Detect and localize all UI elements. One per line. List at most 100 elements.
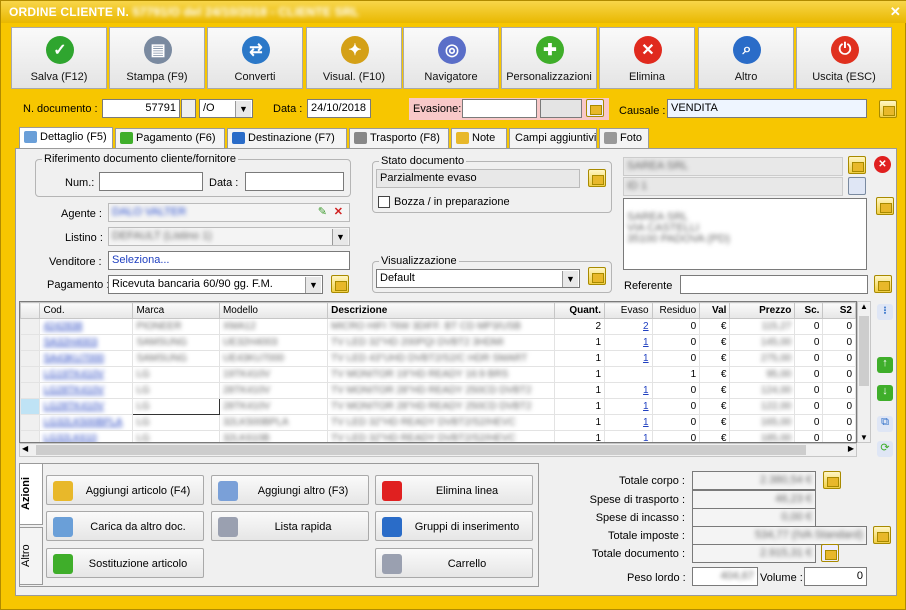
table-cell[interactable]: TV MONITOR 28"HD READY 250CD DVBT2 xyxy=(327,398,556,415)
gruppi-di-inserimento-button[interactable]: Gruppi di inserimento xyxy=(375,511,533,541)
cell-cod[interactable]: LG32LK610 xyxy=(43,433,96,442)
table-cell[interactable]: 28TK410V xyxy=(218,382,329,399)
table-cell[interactable]: SAMSUNG xyxy=(132,350,220,367)
folder-icon[interactable] xyxy=(873,526,891,544)
tab-note[interactable]: Note xyxy=(451,128,507,148)
aggiungi-articolo-f4-button[interactable]: Aggiungi articolo (F4) xyxy=(46,475,204,505)
chevron-down-icon[interactable]: ▼ xyxy=(332,229,348,245)
table-cell[interactable]: 1 xyxy=(604,334,653,351)
table-cell[interactable]: 0 xyxy=(794,318,824,335)
row-selector[interactable] xyxy=(20,382,41,399)
copy-row-icon[interactable]: ⧉ xyxy=(877,416,893,432)
folder-icon[interactable] xyxy=(874,275,892,293)
table-cell[interactable]: 1 xyxy=(554,334,606,351)
table-cell[interactable]: 2 xyxy=(604,318,653,335)
customer-address-field[interactable]: SAREA SRL VIA CASTELLI 35100 PADOVA (PD) xyxy=(623,198,867,270)
table-cell[interactable]: 0 xyxy=(794,334,824,351)
table-cell[interactable]: 1 xyxy=(554,382,606,399)
table-cell[interactable]: 122,00 xyxy=(729,398,796,415)
tab-trasporto-f8[interactable]: Trasporto (F8) xyxy=(349,128,449,148)
ref-date-input[interactable] xyxy=(245,172,344,191)
column-header[interactable]: Cod. xyxy=(39,302,134,319)
table-cell[interactable]: MICRO HIFI 76W 3DIFF. BT CD MP3/USB xyxy=(327,318,556,335)
zoom-icon[interactable] xyxy=(586,99,604,117)
edit-pencil-icon[interactable]: ✎ xyxy=(318,205,327,218)
carrello-button[interactable]: Carrello xyxy=(375,548,533,578)
cell-cod[interactable]: LG28TK410V xyxy=(43,401,104,412)
table-cell[interactable]: € xyxy=(699,430,731,442)
table-cell[interactable]: 124,00 xyxy=(729,382,796,399)
table-cell[interactable]: 1 xyxy=(554,366,606,383)
table-cell[interactable]: 1 xyxy=(554,398,606,415)
table-cell[interactable]: 0 xyxy=(794,430,824,442)
cell-cod[interactable]: SA43KU7000 xyxy=(43,353,104,364)
table-cell[interactable]: 28TK410V xyxy=(218,398,329,415)
uscita-esc-button[interactable]: ⏻ Uscita (ESC) xyxy=(796,27,892,89)
folder-icon[interactable] xyxy=(876,197,894,215)
table-cell[interactable]: TV MONITOR 19"HD READY 16:9 BRS xyxy=(327,366,556,383)
column-header[interactable]: Val xyxy=(699,302,731,319)
table-cell[interactable]: SAMSUNG xyxy=(132,334,220,351)
table-row[interactable]: 4242838 PIONEER XMA12 MICRO HIFI 76W 3DIFF.… xyxy=(20,318,856,335)
table-cell[interactable]: 0 xyxy=(651,334,701,351)
grid-horizontal-scrollbar[interactable]: ◀ ▶ xyxy=(19,443,857,457)
table-cell[interactable]: LG19TK410V xyxy=(39,366,134,383)
date-input[interactable]: 24/10/2018 xyxy=(307,99,371,118)
table-cell[interactable]: 0 xyxy=(822,334,856,351)
navigatore-button[interactable]: ◎ Navigatore xyxy=(403,27,499,89)
converti-button[interactable]: ⇄ Converti xyxy=(207,27,303,89)
bozza-checkbox[interactable] xyxy=(378,196,390,208)
table-cell[interactable]: UE43KU7000 xyxy=(218,350,329,367)
table-cell[interactable]: 145,00 xyxy=(729,334,796,351)
table-cell[interactable]: 1 xyxy=(554,350,606,367)
table-cell[interactable]: XMA12 xyxy=(218,318,329,335)
table-row[interactable]: LG19TK410V LG 19TK410V TV MONITOR 19"HD REA… xyxy=(20,366,856,383)
table-cell[interactable]: 0 xyxy=(651,350,701,367)
table-cell[interactable]: SA32H4003 xyxy=(39,334,134,351)
table-row[interactable]: LG32LK610 LG 32LK610B TV LED 32"HD READY DV… xyxy=(20,430,856,442)
table-cell[interactable]: 0 xyxy=(822,350,856,367)
chevron-down-icon[interactable]: ▼ xyxy=(562,271,578,287)
table-cell[interactable]: 95,00 xyxy=(729,366,796,383)
cell-evaso[interactable]: 1 xyxy=(643,433,649,442)
customer-name-field[interactable]: SAREA SRL xyxy=(623,157,843,176)
table-cell[interactable]: 0 xyxy=(794,366,824,383)
causale-input[interactable]: VENDITA xyxy=(667,99,867,118)
listino-select[interactable]: DEFAULT (Listino 1) ▼ xyxy=(108,227,350,246)
table-cell[interactable]: 0 xyxy=(651,414,701,431)
column-header[interactable]: Residuo xyxy=(651,302,701,319)
table-cell[interactable]: LG xyxy=(132,430,220,442)
row-selector[interactable] xyxy=(20,318,41,335)
tab-pagamento-f6[interactable]: Pagamento (F6) xyxy=(115,128,225,148)
tab-dettaglio-f5[interactable]: Dettaglio (F5) xyxy=(19,127,113,148)
remove-customer-icon[interactable]: ✕ xyxy=(874,156,891,173)
table-cell[interactable]: 0 xyxy=(822,414,856,431)
column-header[interactable]: Quant. xyxy=(554,302,606,319)
scroll-down-icon[interactable]: ▼ xyxy=(860,433,868,442)
table-cell[interactable]: 0 xyxy=(651,318,701,335)
cell-evaso[interactable]: 1 xyxy=(643,385,649,396)
elimina-linea-button[interactable]: Elimina linea xyxy=(375,475,533,505)
table-cell[interactable]: 32LK500BPLA xyxy=(218,414,329,431)
row-selector[interactable] xyxy=(20,366,41,383)
hscroll-thumb[interactable] xyxy=(36,445,806,455)
column-header[interactable]: Marca xyxy=(132,302,220,319)
table-cell[interactable]: TV LED 32"HD 200PQI DVBT2 3HDMI xyxy=(327,334,556,351)
table-cell[interactable]: 165,00 xyxy=(729,414,796,431)
table-cell[interactable]: € xyxy=(699,366,731,383)
table-cell[interactable]: 2 xyxy=(554,318,606,335)
row-selector[interactable] xyxy=(20,414,41,431)
folder-icon[interactable] xyxy=(588,169,606,187)
stampa-f9-button[interactable]: ▤ Stampa (F9) xyxy=(109,27,205,89)
table-cell[interactable]: 1 xyxy=(604,350,653,367)
table-row[interactable]: LG32LK500BPLA LG 32LK500BPLA TV LED 32"HD R… xyxy=(20,414,856,431)
view-select[interactable]: Default ▼ xyxy=(376,269,580,288)
table-cell[interactable]: € xyxy=(699,334,731,351)
table-row[interactable]: SA32H4003 SAMSUNG UE32H4003 TV LED 32"HD 20… xyxy=(20,334,856,351)
column-header[interactable]: Evaso xyxy=(604,302,653,319)
row-selector[interactable] xyxy=(20,350,41,367)
cell-evaso[interactable]: 1 xyxy=(643,401,649,412)
scroll-left-icon[interactable]: ◀ xyxy=(22,444,28,453)
table-cell[interactable]: 0 xyxy=(651,398,701,415)
cell-cod[interactable]: SA32H4003 xyxy=(43,337,97,348)
